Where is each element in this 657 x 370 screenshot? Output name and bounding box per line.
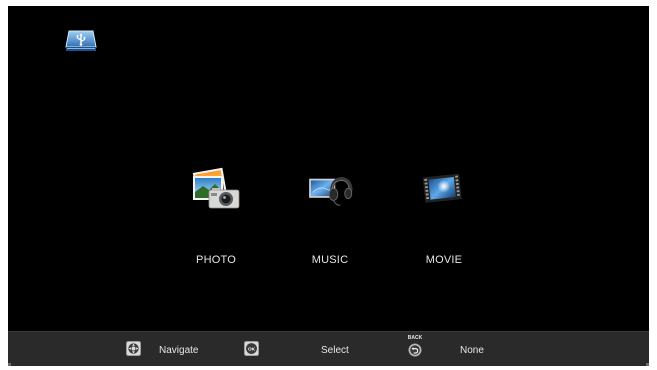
music-icon	[309, 176, 353, 206]
back-button-icon: BACK	[406, 335, 424, 361]
back-button-tag: BACK	[407, 335, 423, 341]
frame-corner-bottom-right	[646, 363, 649, 366]
menu-item-movie-label: MOVIE	[425, 254, 463, 266]
ok-button-text: OK	[248, 346, 256, 351]
movie-icon	[422, 173, 462, 203]
menu-item-movie[interactable]: MOVIE	[399, 164, 489, 274]
media-player-screen: PHOTO MUSIC MOVIE Navigate OK Select BAC…	[8, 6, 649, 366]
back-hint-label: None	[460, 345, 484, 356]
menu-item-photo-label: PHOTO	[196, 254, 236, 266]
frame-corner-bottom-left	[8, 363, 11, 366]
menu-item-music-label: MUSIC	[311, 254, 349, 266]
select-hint-label: Select	[321, 345, 349, 356]
photo-icon	[192, 167, 240, 209]
navigate-hint-label: Navigate	[159, 345, 199, 356]
navigate-dpad-icon	[126, 341, 141, 356]
ok-button-icon: OK	[244, 341, 259, 356]
usb-drive-icon	[65, 30, 97, 51]
menu-item-photo[interactable]: PHOTO	[171, 164, 261, 274]
footer-hint-bar: Navigate OK Select BACK None	[8, 331, 649, 366]
back-arrow-icon	[408, 343, 422, 357]
menu-item-music[interactable]: MUSIC	[285, 164, 375, 274]
